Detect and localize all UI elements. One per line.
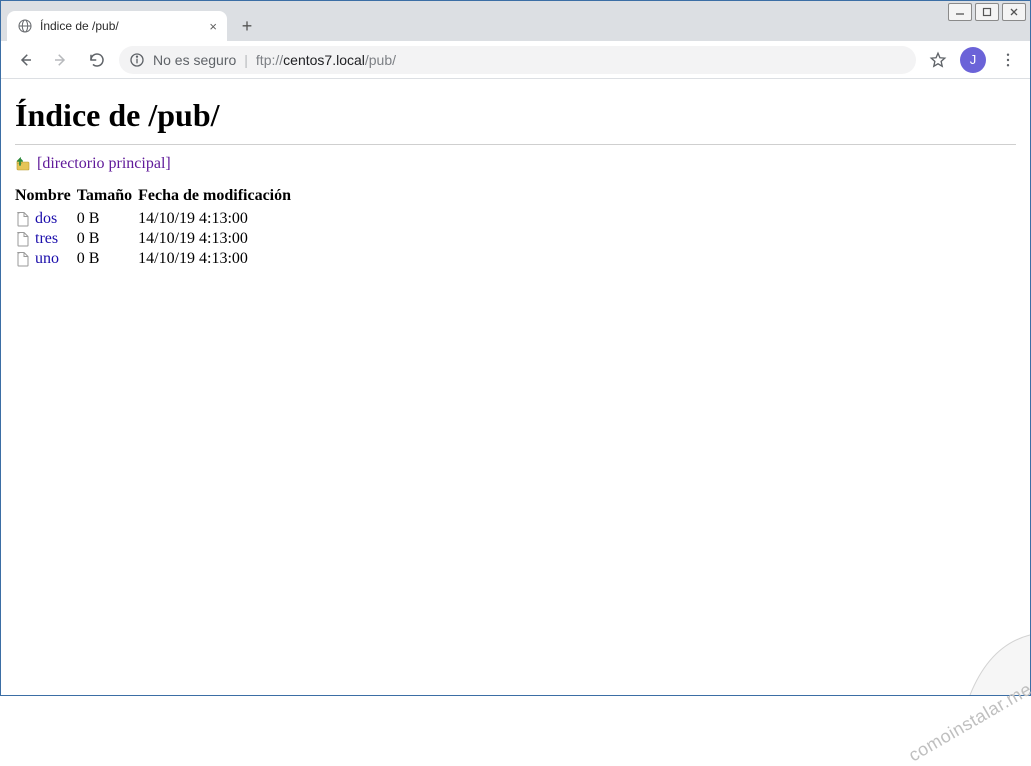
parent-directory-link[interactable]: [directorio principal] (37, 155, 171, 173)
browser-tab-active[interactable]: Índice de /pub/ × (7, 11, 227, 41)
browser-toolbar: No es seguro | ftp://centos7.local/pub/ … (1, 41, 1030, 79)
col-size: Tamaño (77, 187, 138, 209)
cell-size: 0 B (77, 249, 138, 269)
cell-name: tres (15, 229, 77, 249)
profile-avatar[interactable]: J (960, 47, 986, 73)
file-link[interactable]: tres (35, 230, 58, 247)
page-curl-decoration (910, 575, 1030, 695)
table-row: uno 0 B14/10/19 4:13:00 (15, 249, 297, 269)
window-controls (944, 1, 1030, 23)
watermark-text: comoinstalar.me (906, 679, 1031, 766)
col-date: Fecha de modificación (138, 187, 297, 209)
cell-size: 0 B (77, 209, 138, 229)
divider (15, 144, 1016, 145)
page-title: Índice de /pub/ (15, 97, 1016, 134)
cell-size: 0 B (77, 229, 138, 249)
cell-date: 14/10/19 4:13:00 (138, 249, 297, 269)
info-icon (129, 52, 145, 68)
address-bar[interactable]: No es seguro | ftp://centos7.local/pub/ (119, 46, 916, 74)
globe-icon (17, 18, 33, 34)
directory-listing-table: Nombre Tamaño Fecha de modificación dos 0… (15, 187, 297, 269)
file-link[interactable]: dos (35, 210, 57, 227)
file-link[interactable]: uno (35, 250, 59, 267)
table-header-row: Nombre Tamaño Fecha de modificación (15, 187, 297, 209)
cell-date: 14/10/19 4:13:00 (138, 209, 297, 229)
minimize-button[interactable] (948, 3, 972, 21)
page-content: Índice de /pub/ [directorio principal] N… (1, 79, 1030, 283)
close-tab-icon[interactable]: × (209, 19, 217, 34)
maximize-button[interactable] (975, 3, 999, 21)
tab-title: Índice de /pub/ (40, 19, 202, 33)
cell-name: dos (15, 209, 77, 229)
forward-button[interactable] (47, 46, 75, 74)
reload-button[interactable] (83, 46, 111, 74)
table-row: tres 0 B14/10/19 4:13:00 (15, 229, 297, 249)
col-name: Nombre (15, 187, 77, 209)
parent-directory-row: [directorio principal] (15, 155, 1016, 173)
separator: | (244, 52, 248, 68)
folder-up-icon (15, 156, 31, 172)
tab-strip: Índice de /pub/ × + (1, 1, 1030, 41)
file-icon (15, 251, 31, 267)
back-button[interactable] (11, 46, 39, 74)
cell-name: uno (15, 249, 77, 269)
new-tab-button[interactable]: + (233, 12, 261, 40)
url-text: ftp://centos7.local/pub/ (256, 52, 396, 68)
bookmark-star-icon[interactable] (924, 46, 952, 74)
file-icon (15, 211, 31, 227)
cell-date: 14/10/19 4:13:00 (138, 229, 297, 249)
file-icon (15, 231, 31, 247)
kebab-menu-icon[interactable] (994, 46, 1022, 74)
table-row: dos 0 B14/10/19 4:13:00 (15, 209, 297, 229)
close-window-button[interactable] (1002, 3, 1026, 21)
security-status: No es seguro (153, 52, 236, 68)
